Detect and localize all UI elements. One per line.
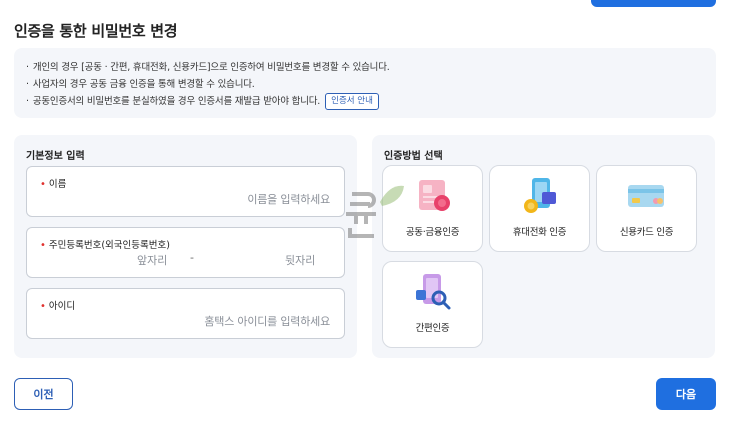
notice-line: · 개인의 경우 [공동 · 간편, 휴대전화, 신용카드]으로 인증하여 비밀…	[26, 59, 704, 76]
name-label-text: 이름	[48, 179, 67, 190]
notice-bullet: ·	[26, 62, 29, 73]
basic-info-panel: 기본정보 입력 • 이름 이름을 입력하세요 • 주민등록번호(외국인등록번호) 앞…	[14, 135, 357, 358]
notice-bullet: ·	[26, 79, 29, 90]
next-button[interactable]: 다음	[656, 378, 716, 410]
notice-bullet: ·	[26, 96, 29, 107]
credit-card-icon	[627, 185, 664, 207]
rrn-back-input[interactable]: 뒷자리	[285, 252, 315, 268]
method-label: 휴대전화 인증	[512, 227, 567, 238]
id-label-text: 아이디	[48, 301, 76, 312]
notice-line: · 사업자의 경우 공동 금융 인증을 통해 변경할 수 있습니다.	[26, 76, 704, 93]
mobile-phone-icon	[523, 178, 556, 213]
rrn-label-text: 주민등록번호(외국인등록번호)	[48, 240, 170, 251]
rrn-label: • 주민등록번호(외국인등록번호)	[40, 237, 170, 251]
top-action-button[interactable]	[591, 0, 716, 7]
required-mark: •	[40, 301, 46, 312]
method-card-simple-auth[interactable]: 간편인증	[382, 261, 483, 348]
notice-text: 공동인증서의 비밀번호를 분실하였을 경우 인증서를 재발급 받아야 합니다.	[32, 96, 321, 107]
name-label: • 이름	[40, 176, 66, 190]
id-field[interactable]: • 아이디 홈택스 아이디를 입력하세요	[26, 288, 345, 339]
basic-info-title: 기본정보 입력	[26, 151, 85, 162]
id-label: • 아이디	[40, 298, 75, 312]
notice-text: 개인의 경우 [공동 · 간편, 휴대전화, 신용카드]으로 인증하여 비밀번호…	[32, 62, 390, 73]
prev-button[interactable]: 이전	[14, 378, 73, 410]
method-label: 신용카드 인증	[619, 227, 674, 238]
notice-text: 사업자의 경우 공동 금융 인증을 통해 변경할 수 있습니다.	[32, 79, 255, 90]
method-card-mobile[interactable]: 휴대전화 인증	[489, 165, 590, 252]
auth-method-panel: 인증방법 선택 공동·금융인증 휴대전화 인증 신용카드 인증 간편인증	[372, 135, 715, 358]
rrn-field[interactable]: • 주민등록번호(외국인등록번호) 앞자리 - 뒷자리	[26, 227, 345, 278]
simple-auth-icon	[415, 274, 450, 310]
page-title: 인증을 통한 비밀번호 변경	[14, 22, 178, 40]
rrn-separator: -	[190, 251, 194, 264]
id-input[interactable]: 홈택스 아이디를 입력하세요	[204, 313, 330, 329]
name-field[interactable]: • 이름 이름을 입력하세요	[26, 166, 345, 217]
watermark-logo-icon	[346, 185, 404, 238]
required-mark: •	[40, 179, 46, 190]
required-mark: •	[40, 240, 46, 251]
name-input[interactable]: 이름을 입력하세요	[247, 191, 330, 207]
method-card-credit-card[interactable]: 신용카드 인증	[596, 165, 697, 252]
certificate-icon	[418, 180, 450, 211]
notice-box: · 개인의 경우 [공동 · 간편, 휴대전화, 신용카드]으로 인증하여 비밀…	[14, 48, 716, 118]
auth-method-title: 인증방법 선택	[384, 151, 443, 162]
rrn-front-input[interactable]: 앞자리	[137, 252, 167, 268]
method-label: 간편인증	[415, 323, 450, 334]
cert-guide-button[interactable]: 인증서 안내	[325, 93, 379, 110]
notice-line: · 공동인증서의 비밀번호를 분실하였을 경우 인증서를 재발급 받아야 합니다…	[26, 93, 704, 110]
